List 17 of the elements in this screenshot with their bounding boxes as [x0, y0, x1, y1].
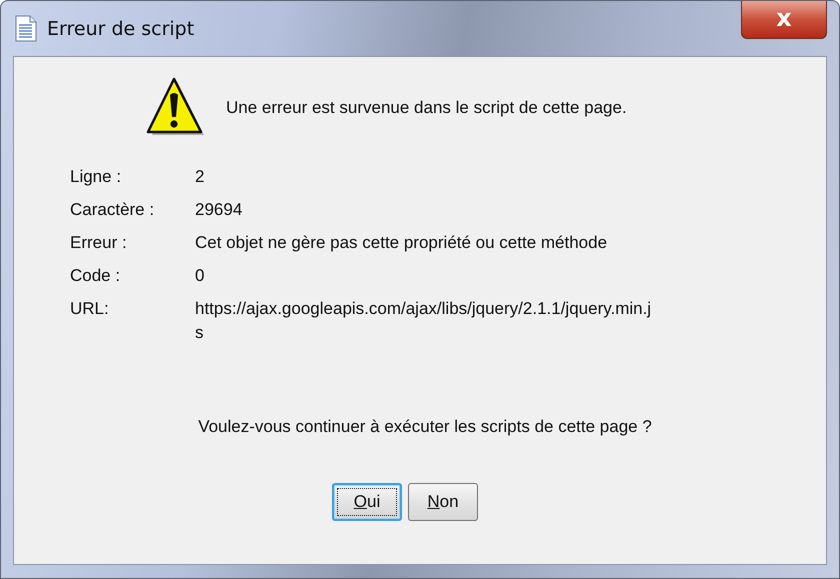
- error-message: Une erreur est survenue dans le script de cette page.: [226, 98, 627, 118]
- field-label: Code :: [70, 265, 122, 287]
- field-value: 2: [195, 166, 206, 188]
- field-value: 29694: [195, 199, 244, 221]
- field-label: Caractère :: [70, 199, 156, 221]
- field-label: URL:: [70, 298, 110, 320]
- field-value: 0: [195, 265, 206, 287]
- field-value: https://ajax.googleapis.com/ajax/libs/jquery/2.1.1/jquery.min.js: [195, 298, 652, 344]
- field-label: Ligne :: [70, 166, 122, 188]
- close-button[interactable]: x: [741, 1, 827, 39]
- window-title: Erreur de script: [47, 18, 194, 40]
- dialog-button[interactable]: Non: [408, 483, 478, 521]
- field-label: Erreur :: [70, 232, 128, 254]
- dialog-button[interactable]: Oui: [332, 483, 402, 521]
- field-value: Cet objet ne gère pas cette propriété ou cette méthode: [195, 232, 608, 254]
- document-icon: [15, 15, 37, 42]
- question-text: Voulez-vous continuer à exécuter les scripts de cette page ?: [198, 417, 652, 436]
